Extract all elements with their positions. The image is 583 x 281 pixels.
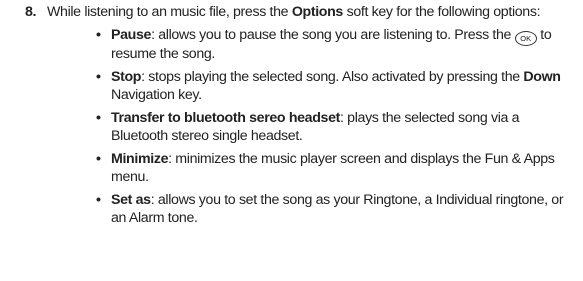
bullet: • xyxy=(96,192,101,208)
step-text-before: While listening to an music file, press … xyxy=(47,4,292,20)
bullet: • xyxy=(96,26,101,43)
option-term-set-as: Set as xyxy=(111,192,151,208)
manual-page: 8. While listening to an music file, pre… xyxy=(0,0,583,281)
ok-key-icon: OK xyxy=(514,30,537,46)
option-item-transfer: • Transfer to bluetooth sereo headset: p… xyxy=(96,110,575,145)
option-item-set-as: • Set as: allows you to set the song as … xyxy=(96,192,575,227)
bullet: • xyxy=(96,69,101,85)
step-instruction: While listening to an music file, press … xyxy=(47,4,541,20)
option-desc-minimize: : minimizes the music player screen and … xyxy=(111,151,555,185)
down-key-term: Down xyxy=(523,69,561,85)
option-term-transfer: Transfer to bluetooth sereo headset xyxy=(111,110,340,126)
step-number: 8. xyxy=(25,4,37,20)
option-desc-pause-before: : allows you to pause the song you are l… xyxy=(151,26,515,43)
step-8: 8. While listening to an music file, pre… xyxy=(0,4,575,227)
option-desc-stop-before: : stops playing the selected song. Also … xyxy=(141,69,524,85)
option-term-stop: Stop xyxy=(111,69,142,85)
option-term-pause: Pause xyxy=(111,26,152,43)
option-item-minimize: • Minimize: minimizes the music player s… xyxy=(96,151,575,186)
step-text-after: soft key for the following options: xyxy=(342,4,541,20)
bullet: • xyxy=(96,151,101,167)
options-key-term: Options xyxy=(291,4,344,20)
option-term-minimize: Minimize xyxy=(111,151,169,167)
options-list: • Pause: allows you to pause the song yo… xyxy=(47,27,575,228)
option-desc-stop-after: Navigation key. xyxy=(111,86,202,103)
option-item-stop: • Stop: stops playing the selected song.… xyxy=(96,69,575,104)
bullet: • xyxy=(96,110,101,126)
option-desc-set-as: : allows you to set the song as your Rin… xyxy=(111,192,564,226)
option-item-pause: • Pause: allows you to pause the song yo… xyxy=(96,26,575,64)
